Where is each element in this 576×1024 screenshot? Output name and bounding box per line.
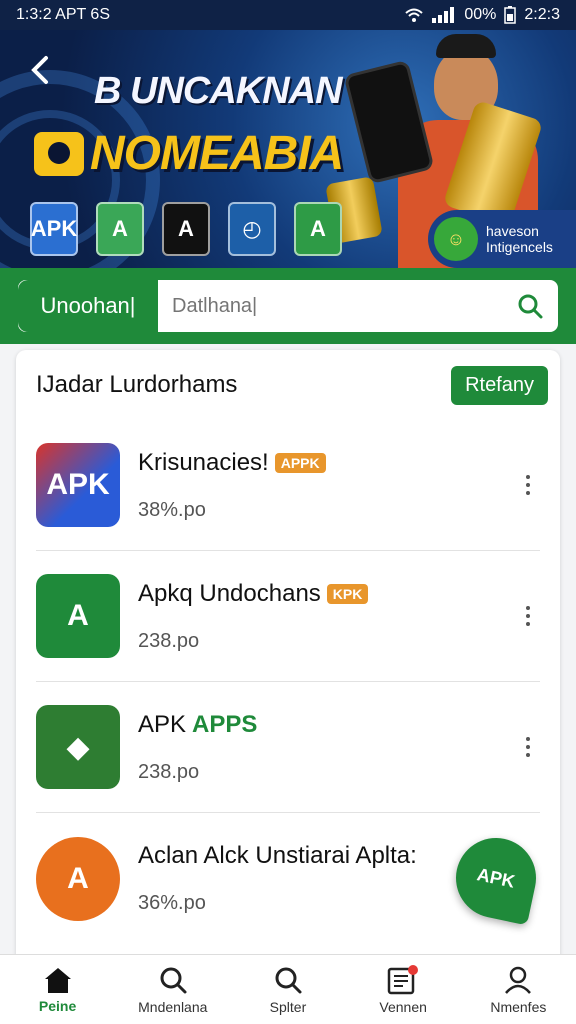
- news-icon: [387, 964, 419, 994]
- app-tile-icon[interactable]: A: [96, 202, 144, 256]
- card-title: IJadar Lurdorhams: [36, 371, 238, 398]
- android-icon: ◆: [36, 705, 120, 789]
- list-item[interactable]: ◆ APK APPS 238.po: [36, 682, 540, 813]
- chevron-left-icon: [31, 56, 48, 84]
- nav-label: Vennen: [379, 998, 427, 1015]
- app-size: 238.po: [138, 629, 200, 652]
- search-button[interactable]: [502, 280, 558, 332]
- list-item[interactable]: APK Krisunacies! APPK 38%.po: [36, 420, 540, 551]
- search-input[interactable]: [158, 280, 502, 332]
- hero-badge[interactable]: ☺ haveson Intigencels: [428, 210, 576, 268]
- apk-a-icon: A: [36, 574, 120, 658]
- search-icon: [275, 967, 302, 993]
- search-bar: Unoohan|: [0, 268, 576, 344]
- hero-badge-line1: haveson: [486, 223, 539, 239]
- list-item[interactable]: A Apkq Undochans KPK 238.po: [36, 551, 540, 682]
- app-tile-icon[interactable]: A: [294, 202, 342, 256]
- home-icon: [44, 967, 71, 993]
- nav-search[interactable]: Mndenlana: [118, 965, 228, 1015]
- signal-icon: [432, 7, 455, 23]
- search-container: Unoohan|: [16, 278, 560, 334]
- app-name-text: Krisunacies!: [138, 448, 269, 476]
- search-category[interactable]: Unoohan|: [18, 280, 158, 332]
- refresh-button[interactable]: Rtefany: [451, 365, 548, 405]
- app-name-text: Apkq Undochans: [138, 579, 321, 607]
- apk-badge: APPK: [274, 452, 326, 473]
- more-vert-icon[interactable]: [516, 727, 540, 767]
- more-vert-icon[interactable]: [516, 465, 540, 505]
- hero-subtitle-text: NOMEABIA: [90, 127, 344, 180]
- coin-icon: [34, 131, 84, 176]
- bottom-nav: Peine Mndenlana Splter Vennen Nmenfes: [0, 954, 576, 1024]
- person-cap: [436, 34, 496, 58]
- apk-badge: KPK: [326, 583, 369, 604]
- nav-label: Mndenlana: [138, 998, 208, 1015]
- app-name: APK APPS: [138, 711, 516, 739]
- app-name-text: APK: [138, 710, 187, 738]
- app-info: APK APPS 238.po: [138, 711, 516, 784]
- apk-icon: APK: [36, 443, 120, 527]
- mascot-icon: ☺: [434, 217, 478, 261]
- hero-badge-text: haveson Intigencels: [486, 223, 553, 255]
- app-name-text: Aclan Alck Unstiarai Aplta:: [138, 842, 417, 869]
- app-size: 38%.po: [138, 498, 206, 521]
- nav-label: Peine: [38, 997, 77, 1014]
- nav-label: Nmenfes: [490, 998, 547, 1015]
- phone-illustration: [343, 59, 435, 185]
- card-header: IJadar Lurdorhams Rtefany: [16, 350, 560, 420]
- nav-filter[interactable]: Splter: [233, 965, 343, 1015]
- nav-news[interactable]: Vennen: [348, 964, 458, 1015]
- app-name: Krisunacies! APPK: [138, 449, 516, 477]
- app-info: Apkq Undochans KPK 238.po: [138, 580, 516, 653]
- app-tile-icon[interactable]: APK: [30, 202, 78, 256]
- back-button[interactable]: [28, 54, 56, 90]
- app-size: 238.po: [138, 760, 200, 783]
- app-name-highlight: APPS: [192, 710, 258, 738]
- battery-icon: [504, 6, 517, 24]
- status-clock: 2:2:3: [524, 6, 560, 23]
- nav-home[interactable]: Peine: [3, 966, 113, 1014]
- app-info: Krisunacies! APPK 38%.po: [138, 449, 516, 522]
- search-icon: [160, 967, 187, 993]
- status-time: 1:3:2 APT 6S: [16, 6, 110, 23]
- search-icon: [518, 294, 543, 319]
- more-vert-icon[interactable]: [516, 596, 540, 636]
- status-icons: 00% 2:2:3: [404, 6, 560, 24]
- apk-orange-icon: A: [36, 836, 120, 921]
- app-tile-icon[interactable]: ◴: [228, 202, 276, 256]
- hero-title: B UNCAKNAN: [94, 70, 343, 112]
- hero-banner[interactable]: B UNCAKNAN NOMEABIA APK A A ◴ A ☺ haveso…: [0, 30, 576, 268]
- status-bar: 1:3:2 APT 6S 00% 2:2:3: [0, 0, 576, 30]
- battery-level: 00%: [464, 6, 497, 23]
- hero-subtitle: NOMEABIA: [34, 126, 344, 181]
- nav-profile[interactable]: Nmenfes: [463, 965, 573, 1015]
- app-name: Apkq Undochans KPK: [138, 580, 516, 608]
- hero-badge-line2: Intigencels: [486, 239, 553, 255]
- nav-label: Splter: [269, 998, 307, 1015]
- profile-icon: [505, 966, 532, 994]
- app-tile-icon[interactable]: A: [162, 202, 210, 256]
- wifi-icon: [405, 8, 424, 22]
- hero-app-tiles: APK A A ◴ A: [30, 202, 342, 256]
